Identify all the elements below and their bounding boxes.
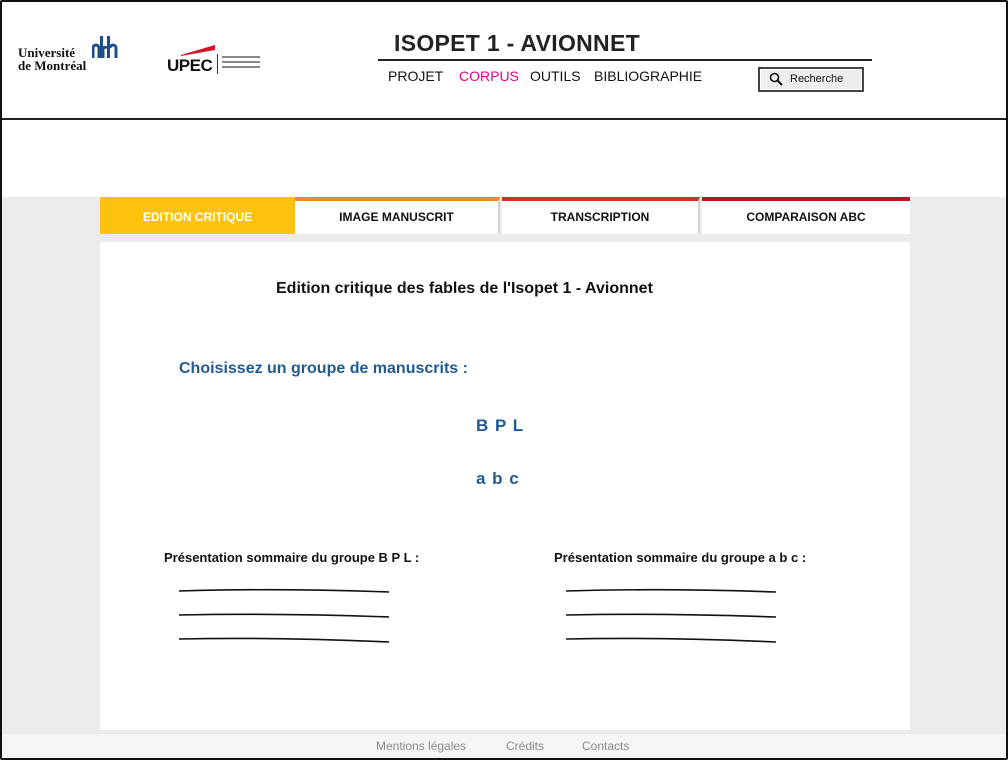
section-tabs: EDITION CRITIQUE IMAGE MANUSCRIT TRANSCR… <box>100 197 910 234</box>
footer-credits[interactable]: Crédits <box>506 739 544 753</box>
site-footer: Mentions légales Crédits Contacts <box>2 734 1006 758</box>
presentation-abc-placeholder-lines <box>565 588 777 643</box>
header-divider <box>2 118 1006 120</box>
tab-edition-critique[interactable]: EDITION CRITIQUE <box>100 197 295 234</box>
tab-label: IMAGE MANUSCRIT <box>339 210 454 224</box>
page-title: Edition critique des fables de l'Isopet … <box>276 280 653 297</box>
site-header: Université de Montréal UPEC ISOPET 1 - A… <box>2 2 1006 119</box>
upec-logo-subtext-icon <box>222 56 260 71</box>
site-title: ISOPET 1 - AVIONNET <box>394 30 640 56</box>
footer-contacts[interactable]: Contacts <box>582 739 629 753</box>
tab-transcription[interactable]: TRANSCRIPTION <box>502 197 700 234</box>
nav-corpus[interactable]: CORPUS <box>459 68 519 84</box>
presentation-bpl-placeholder-lines <box>178 588 390 643</box>
nav-projet[interactable]: PROJET <box>388 68 443 84</box>
upec-swoosh-icon <box>181 45 215 56</box>
upec-logo-word: UPEC <box>167 56 213 75</box>
search-button[interactable]: Recherche <box>758 67 864 92</box>
search-icon <box>769 72 783 86</box>
upec-logo[interactable]: UPEC <box>167 40 267 80</box>
tab-label: EDITION CRITIQUE <box>142 210 253 224</box>
presentation-abc-label: Présentation sommaire du groupe a b c : <box>554 550 807 565</box>
group-link-bpl[interactable]: B P L <box>476 416 524 436</box>
footer-mentions-legales[interactable]: Mentions légales <box>376 739 466 753</box>
search-button-label: Recherche <box>790 73 844 85</box>
group-link-abc[interactable]: a b c <box>476 469 520 489</box>
udem-logo-line2: de Montréal <box>18 58 87 73</box>
title-underline <box>378 59 872 61</box>
main-panel: Edition critique des fables de l'Isopet … <box>100 242 910 730</box>
universite-de-montreal-logo[interactable]: Université de Montréal <box>18 36 123 76</box>
tab-image-manuscrit[interactable]: IMAGE MANUSCRIT <box>295 197 500 234</box>
nav-outils[interactable]: OUTILS <box>530 68 581 84</box>
presentation-bpl-label: Présentation sommaire du groupe B P L : <box>164 550 420 565</box>
tab-comparaison-abc[interactable]: COMPARAISON ABC <box>702 197 910 234</box>
udem-emblem-icon <box>92 36 118 58</box>
tab-label: TRANSCRIPTION <box>550 210 650 224</box>
page-frame: Université de Montréal UPEC ISOPET 1 - A… <box>0 0 1008 760</box>
choose-group-label: Choisissez un groupe de manuscrits : <box>179 360 468 377</box>
tab-label: COMPARAISON ABC <box>746 210 866 224</box>
nav-bibliographie[interactable]: BIBLIOGRAPHIE <box>594 68 702 84</box>
upec-logo-separator <box>217 54 218 74</box>
